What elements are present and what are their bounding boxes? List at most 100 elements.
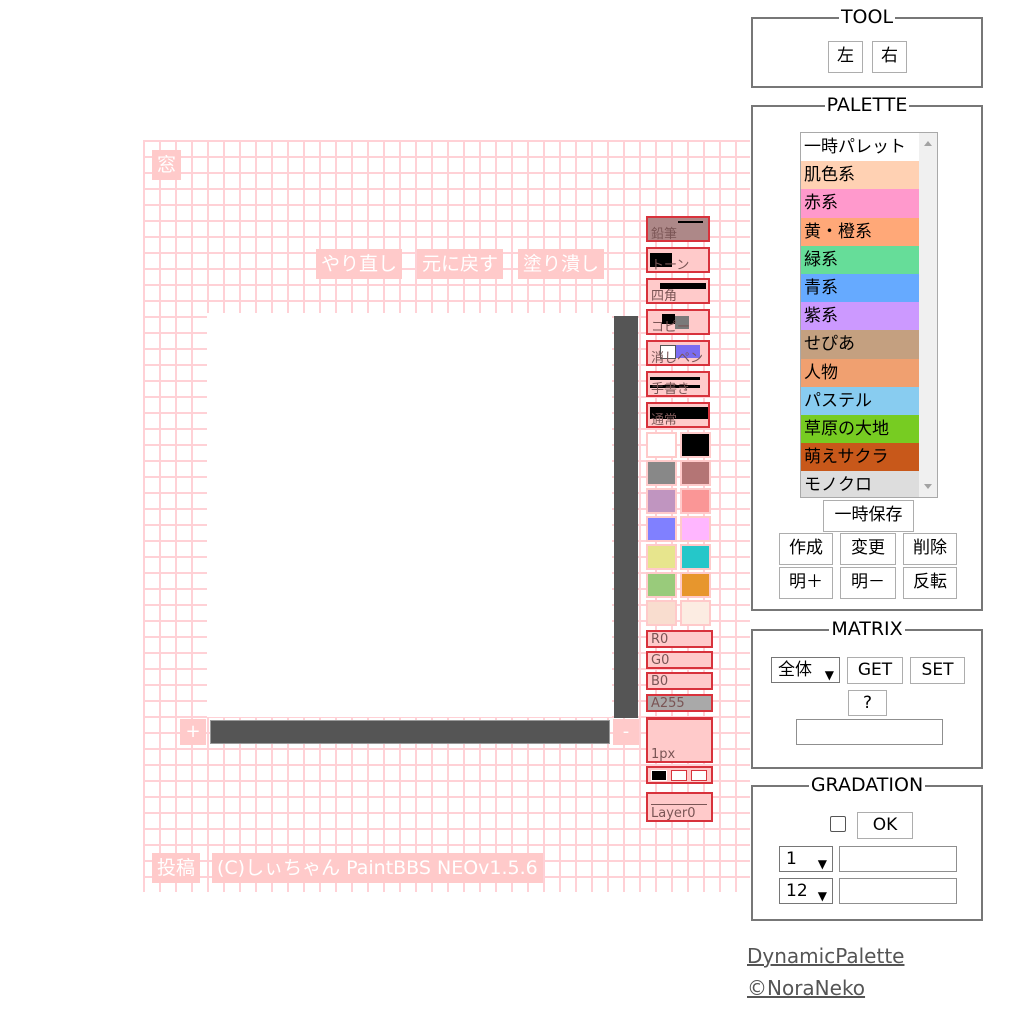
palette-item[interactable]: 赤系 [801,189,923,218]
palette-item[interactable]: 紫系 [801,302,923,331]
gradation-panel: GRADATION OK 1 ▼ 12 ▼ [751,774,983,921]
chevron-down-icon: ▼ [817,889,827,903]
pen-size-selector[interactable]: 1px [646,717,713,763]
palette-item[interactable]: 人物 [801,358,923,387]
palette-panel: PALETTE 一時パレット 肌色系 赤系 黄・橙系 緑系 青系 紫系 せぴあ … [751,94,983,611]
layer-selector[interactable]: Layer0 [646,792,713,822]
gradation-legend: GRADATION [808,774,926,796]
mask-swatch-white[interactable] [691,770,707,781]
pen-size-value: 1px [651,747,676,762]
red-slider[interactable]: R0 [646,630,713,648]
palette-legend: PALETTE [824,94,910,116]
gradation-end-select[interactable]: 12 ▼ [779,878,833,904]
fill-button[interactable]: 塗り潰し [518,249,605,279]
eraser-tool[interactable]: 消しペン [646,340,710,366]
palette-item[interactable]: 緑系 [801,245,923,274]
color-swatch[interactable] [646,544,677,570]
matrix-legend: MATRIX [829,618,905,640]
color-swatch[interactable] [680,516,711,542]
palette-item[interactable]: 青系 [801,273,923,303]
color-swatch[interactable] [646,432,677,458]
color-swatch[interactable] [646,488,677,514]
blue-value: B0 [651,674,669,689]
zoom-out-button[interactable]: - [613,719,639,745]
gradation-end-color-field[interactable] [839,878,957,904]
select-value: 12 [786,881,808,901]
invert-button[interactable]: 反転 [903,567,957,599]
mask-swatch-white[interactable] [671,770,687,781]
color-swatch[interactable] [680,488,711,514]
blue-slider[interactable]: B0 [646,672,713,690]
palette-item[interactable]: モノクロ [801,471,923,497]
tool-label: トーン [651,258,690,273]
noraneko-link[interactable]: ©NoraNeko [747,976,865,1000]
redo-button[interactable]: やり直し [316,249,403,279]
submit-button[interactable]: 投稿 [152,853,201,883]
credit-label[interactable]: (C)しぃちゃん PaintBBS NEOv1.5.6 [212,853,543,883]
tool-label: 消しペン [651,351,704,366]
zoom-in-button[interactable]: + [180,719,206,745]
help-button[interactable]: ? [848,690,887,716]
tool-label: 手書き [651,382,691,397]
chevron-down-icon: ▼ [817,857,827,871]
gradation-start-select[interactable]: 1 ▼ [779,846,833,872]
palette-item[interactable]: 肌色系 [801,161,923,190]
right-hand-button[interactable]: 右 [872,41,907,73]
horizontal-scrollbar[interactable] [210,720,610,744]
green-slider[interactable]: G0 [646,651,713,669]
delete-button[interactable]: 削除 [903,533,957,565]
rectangle-tool[interactable]: 四角 [646,278,710,304]
palette-item[interactable]: 一時パレット [801,133,923,162]
palette-list[interactable]: 一時パレット 肌色系 赤系 黄・橙系 緑系 青系 紫系 せぴあ 人物 パステル … [800,132,938,498]
freehand-tool[interactable]: 手書き [646,371,710,397]
color-swatch[interactable] [646,460,677,486]
mask-mode-selector[interactable] [646,766,713,784]
color-swatch[interactable] [680,600,711,626]
vertical-scrollbar[interactable] [614,316,638,718]
palette-item[interactable]: 草原の大地 [801,414,923,444]
brightness-down-button[interactable]: 明－ [840,567,896,599]
color-swatch[interactable] [680,460,711,486]
matrix-textarea[interactable] [796,719,943,745]
red-value: R0 [651,632,669,647]
scroll-down-icon[interactable] [924,484,932,489]
window-button[interactable]: 窓 [152,150,182,180]
brightness-up-button[interactable]: 明＋ [779,567,833,599]
tone-tool[interactable]: トーン [646,247,710,273]
gradation-start-color-field[interactable] [839,846,957,872]
gradation-checkbox[interactable] [830,816,846,832]
palette-item[interactable]: パステル [801,386,923,415]
blend-mode-tool[interactable]: 通常 [646,402,710,428]
temp-save-button[interactable]: 一時保存 [823,500,914,532]
set-button[interactable]: SET [910,657,965,684]
tool-panel: TOOL 左 右 [751,6,983,88]
ok-button[interactable]: OK [857,812,913,839]
tool-label: 鉛筆 [651,227,678,242]
color-swatch[interactable] [646,516,677,542]
create-button[interactable]: 作成 [779,533,833,565]
drawing-canvas[interactable] [207,313,612,717]
color-swatch[interactable] [680,544,711,570]
alpha-slider[interactable]: A255 [646,694,713,712]
copy-tool[interactable]: コピー [646,309,710,335]
color-swatch[interactable] [680,432,711,458]
tool-label: 四角 [651,289,678,304]
color-swatch[interactable] [680,572,711,598]
color-swatch[interactable] [646,572,677,598]
scroll-up-icon[interactable] [924,141,932,146]
palette-item[interactable]: 萌えサクラ [801,443,923,472]
dynamic-palette-link[interactable]: DynamicPalette [747,944,904,968]
tool-label: コピー [651,320,691,335]
select-value: 1 [786,849,797,869]
left-hand-button[interactable]: 左 [828,41,863,73]
palette-item[interactable]: 黄・橙系 [801,217,923,246]
get-button[interactable]: GET [847,657,903,684]
palette-scrollbar[interactable] [919,133,937,497]
matrix-scope-select[interactable]: 全体 ▼ [771,657,840,683]
undo-button[interactable]: 元に戻す [417,249,504,279]
change-button[interactable]: 変更 [840,533,896,565]
mask-swatch-black[interactable] [651,770,667,781]
color-swatch[interactable] [646,600,677,626]
pencil-tool[interactable]: 鉛筆 [646,216,710,242]
palette-item[interactable]: せぴあ [801,330,923,359]
